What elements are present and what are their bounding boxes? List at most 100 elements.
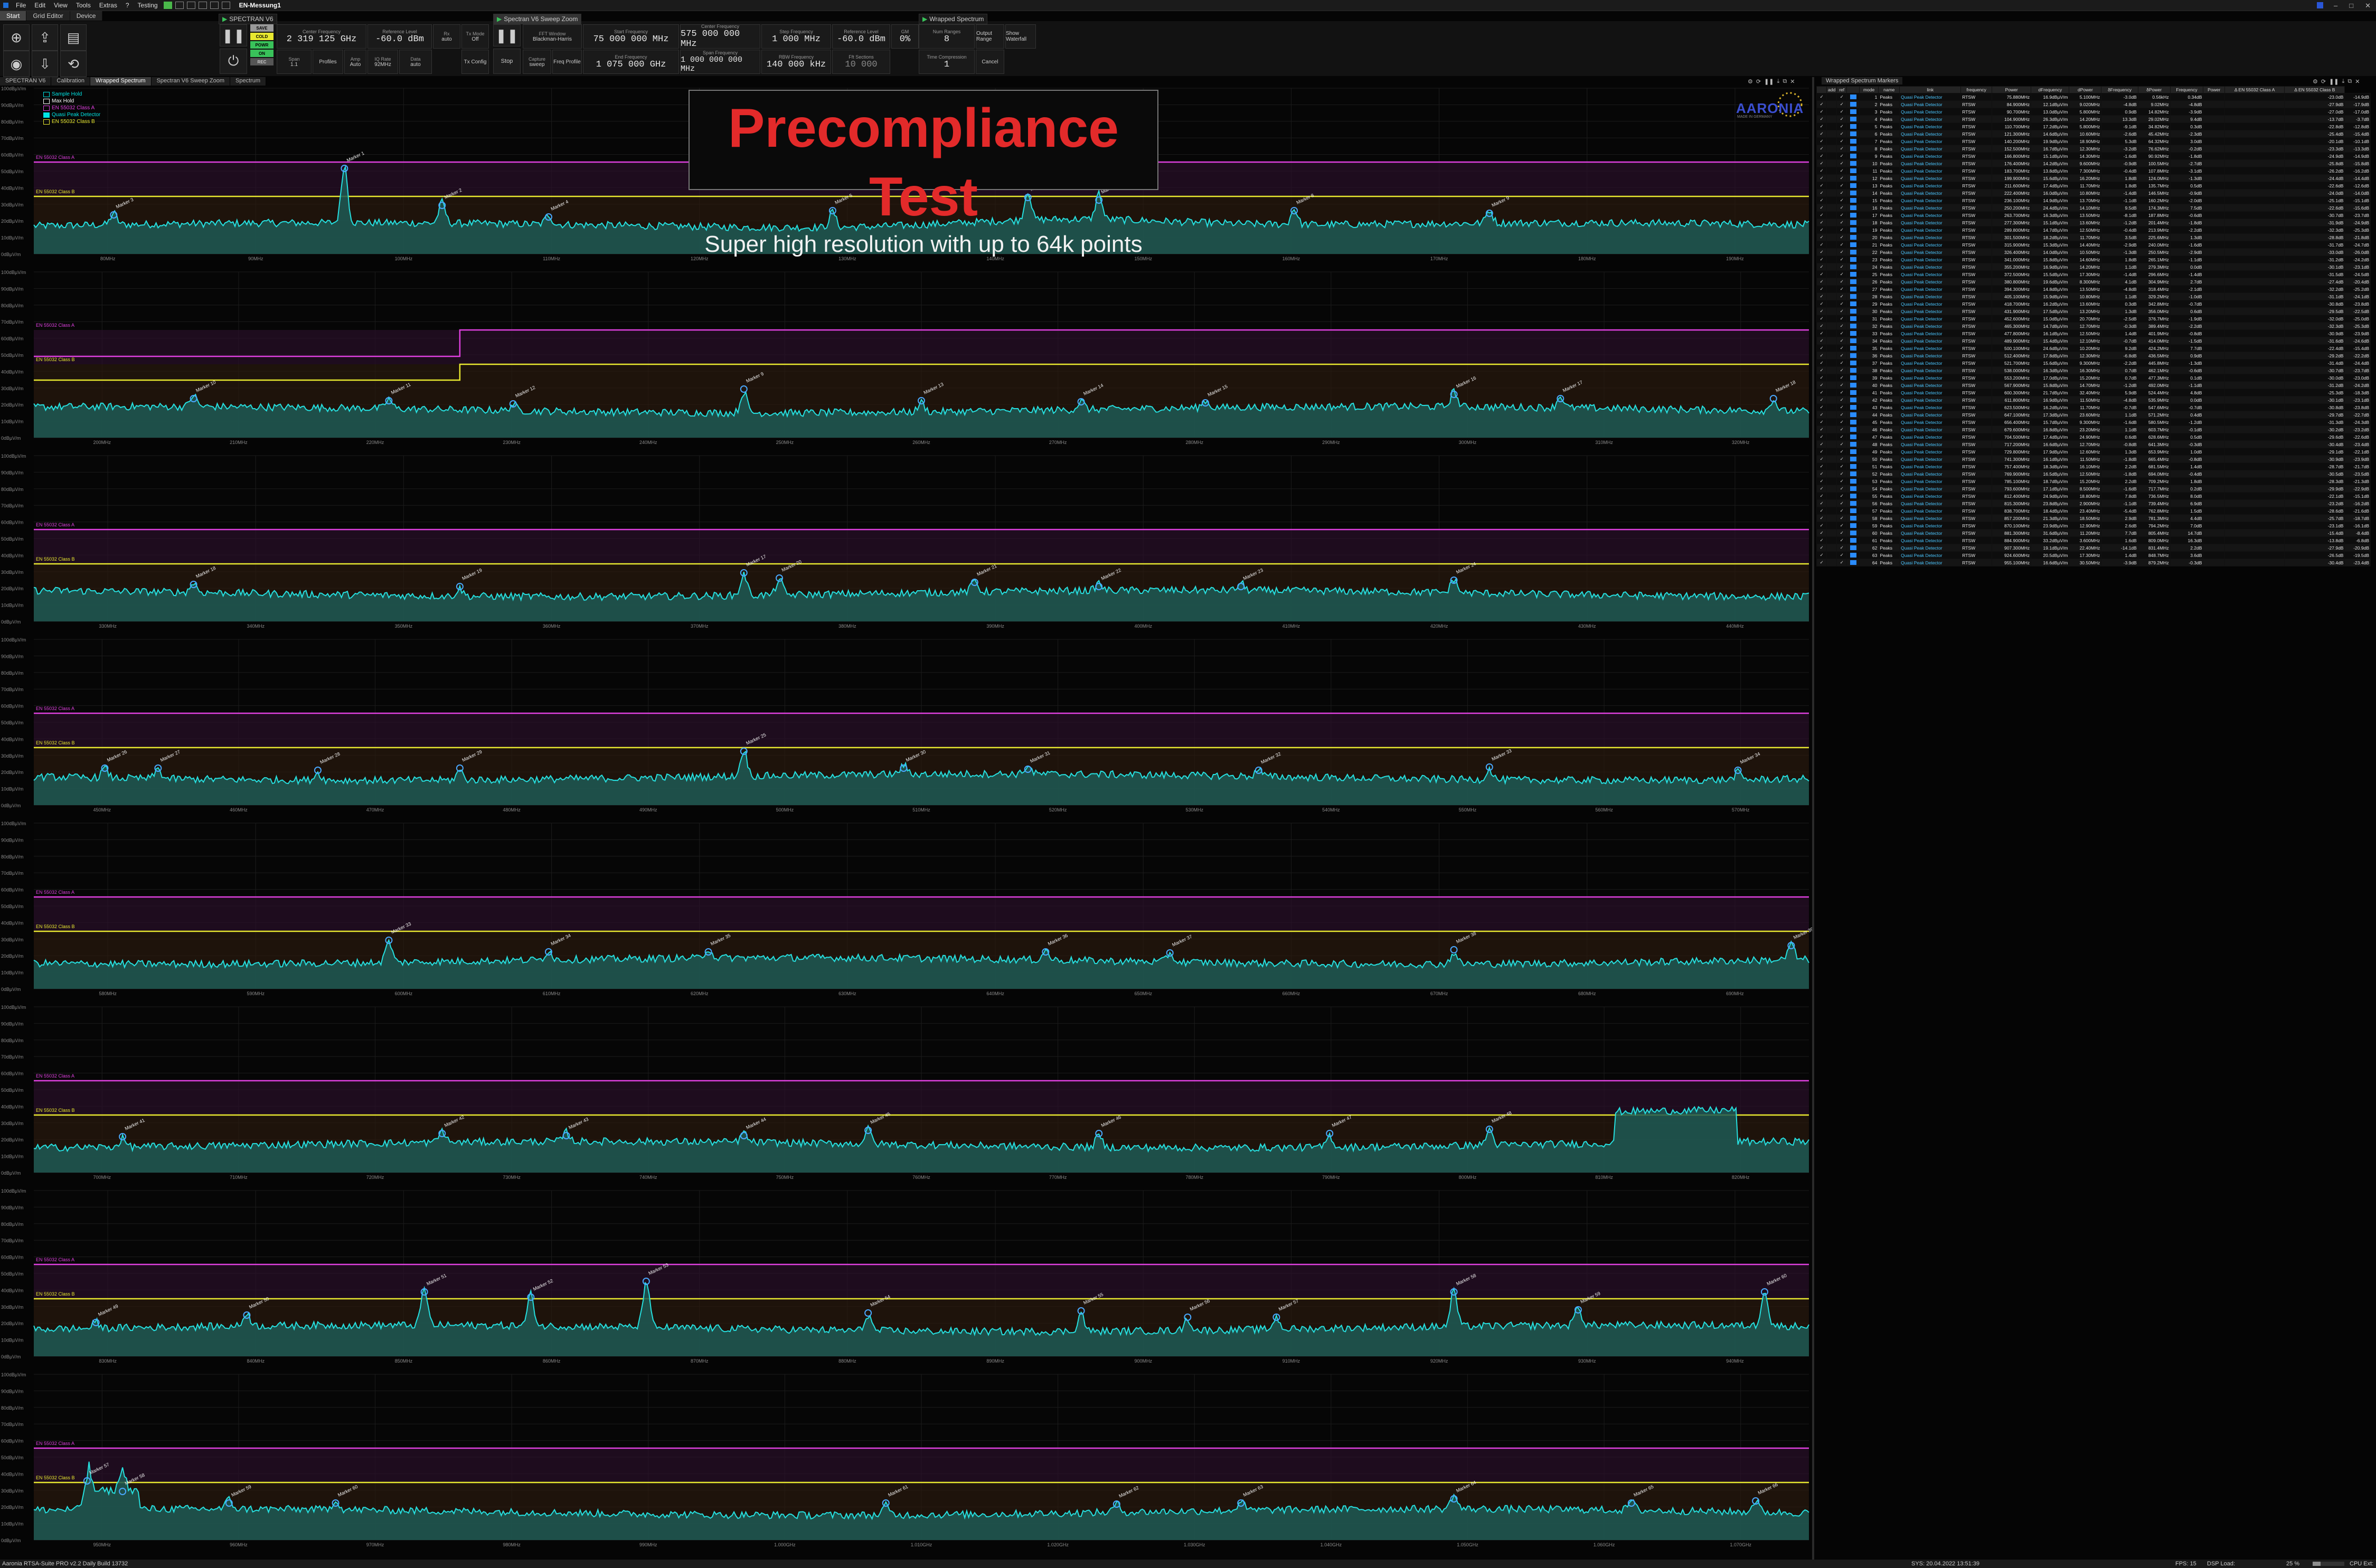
add-checkbox[interactable]	[1826, 137, 1837, 145]
visible-checkbox[interactable]: ✓	[1816, 559, 1827, 566]
marker-color-swatch[interactable]	[1846, 470, 1860, 478]
table-row[interactable]: ✓ ✓ 19 Peaks Quasi Peak Detector RTSW 289.800M…	[1816, 226, 2371, 234]
add-checkbox[interactable]	[1826, 403, 1837, 411]
marker-undock-icon[interactable]: ⧉	[2347, 78, 2352, 85]
num-ranges-control[interactable]: Num Ranges 8	[919, 24, 975, 49]
fft-size-control[interactable]: Fft Sections 10 000	[832, 50, 890, 74]
add-checkbox[interactable]	[1826, 462, 1837, 470]
ref-checkbox[interactable]: ✓	[1836, 233, 1847, 241]
table-row[interactable]: ✓ ✓ 28 Peaks Quasi Peak Detector RTSW 405.100M…	[1816, 292, 2371, 300]
marker-color-swatch[interactable]	[1846, 485, 1860, 493]
visible-checkbox[interactable]: ✓	[1816, 263, 1827, 271]
ref-checkbox[interactable]: ✓	[1836, 470, 1847, 478]
table-row[interactable]: ✓ ✓ 41 Peaks Quasi Peak Detector RTSW 600.300M…	[1816, 389, 2371, 396]
ref-checkbox[interactable]: ✓	[1836, 219, 1847, 226]
visible-checkbox[interactable]: ✓	[1816, 300, 1827, 308]
visible-checkbox[interactable]: ✓	[1816, 418, 1827, 426]
visible-checkbox[interactable]: ✓	[1816, 204, 1827, 212]
ref-checkbox[interactable]: ✓	[1836, 559, 1847, 566]
table-row[interactable]: ✓ ✓ 35 Peaks Quasi Peak Detector RTSW 500.100M…	[1816, 344, 2371, 352]
capture-control[interactable]: Capture sweep	[523, 50, 551, 74]
tab-sweep-zoom[interactable]: Spectran V6 Sweep Zoom	[151, 77, 230, 86]
ref-checkbox[interactable]: ✓	[1836, 204, 1847, 212]
table-row[interactable]: ✓ ✓ 36 Peaks Quasi Peak Detector RTSW 512.400M…	[1816, 352, 2371, 360]
add-checkbox[interactable]	[1826, 241, 1837, 249]
tab-start[interactable]: Start	[0, 11, 27, 21]
green-toolbar-icon[interactable]	[163, 2, 172, 9]
marker-color-swatch[interactable]	[1846, 182, 1860, 190]
visible-checkbox[interactable]: ✓	[1816, 507, 1827, 515]
panel-close-icon[interactable]: ✕	[1790, 78, 1795, 85]
visible-checkbox[interactable]: ✓	[1816, 455, 1827, 463]
ref-checkbox[interactable]: ✓	[1836, 485, 1847, 493]
marker-color-swatch[interactable]	[1846, 145, 1860, 153]
add-checkbox[interactable]	[1826, 182, 1837, 190]
ref-checkbox[interactable]: ✓	[1836, 433, 1847, 441]
tx-mode-control[interactable]: Tx Mode Off	[461, 24, 489, 49]
tab-spectrum[interactable]: Spectrum	[230, 77, 267, 86]
marker-save-icon[interactable]: ⤓	[2342, 78, 2345, 85]
ref-checkbox[interactable]: ✓	[1836, 285, 1847, 293]
marker-color-swatch[interactable]	[1846, 285, 1860, 293]
visible-checkbox[interactable]: ✓	[1816, 93, 1827, 101]
stop-button[interactable]: Stop	[493, 49, 521, 74]
tab-grid-editor[interactable]: Grid Editor	[26, 11, 70, 21]
save-icon[interactable]: ⤓	[1777, 78, 1780, 85]
table-row[interactable]: ✓ ✓ 45 Peaks Quasi Peak Detector RTSW 656.400M…	[1816, 418, 2371, 426]
visible-checkbox[interactable]: ✓	[1816, 536, 1827, 544]
visible-checkbox[interactable]: ✓	[1816, 440, 1827, 448]
ref-checkbox[interactable]: ✓	[1836, 292, 1847, 300]
marker-color-swatch[interactable]	[1846, 396, 1860, 404]
marker-color-swatch[interactable]	[1846, 115, 1860, 123]
marker-color-swatch[interactable]	[1846, 352, 1860, 360]
marker-color-swatch[interactable]	[1846, 381, 1860, 389]
spectrum-panel[interactable]: 450MHz 460MHz 470MHz 480MHz 490MHz 500MHz 510M…	[0, 637, 1812, 820]
menu-edit[interactable]: Edit	[30, 2, 50, 9]
ref-checkbox[interactable]: ✓	[1836, 137, 1847, 145]
close-icon[interactable]: ✕	[2365, 2, 2371, 10]
table-row[interactable]: ✓ ✓ 24 Peaks Quasi Peak Detector RTSW 355.200M…	[1816, 263, 2371, 271]
reference-level-control[interactable]: Reference Level -60.0 dBm	[367, 24, 432, 49]
add-checkbox[interactable]	[1826, 529, 1837, 537]
ref-checkbox[interactable]: ✓	[1836, 152, 1847, 160]
add-checkbox[interactable]	[1826, 411, 1837, 419]
tab-device[interactable]: Device	[70, 11, 103, 21]
marker-color-swatch[interactable]	[1846, 551, 1860, 559]
ref-checkbox[interactable]: ✓	[1836, 226, 1847, 234]
add-checkbox[interactable]	[1826, 159, 1837, 167]
ref-checkbox[interactable]: ✓	[1836, 337, 1847, 345]
marker-color-swatch[interactable]	[1846, 100, 1860, 108]
add-checkbox[interactable]	[1826, 389, 1837, 396]
table-row[interactable]: ✓ ✓ 37 Peaks Quasi Peak Detector RTSW 521.700M…	[1816, 359, 2371, 367]
table-row[interactable]: ✓ ✓ 48 Peaks Quasi Peak Detector RTSW 717.200M…	[1816, 440, 2371, 448]
marker-color-swatch[interactable]	[1846, 455, 1860, 463]
visible-checkbox[interactable]: ✓	[1816, 145, 1827, 153]
marker-color-swatch[interactable]	[1846, 544, 1860, 552]
marker-color-swatch[interactable]	[1846, 137, 1860, 145]
fft-window-control[interactable]: FFT Window Blackman-Harris	[523, 24, 582, 49]
undo-icon[interactable]	[210, 2, 219, 9]
add-checkbox[interactable]	[1826, 122, 1837, 130]
add-checkbox[interactable]	[1826, 115, 1837, 123]
ref-checkbox[interactable]: ✓	[1836, 108, 1847, 116]
visible-checkbox[interactable]: ✓	[1816, 403, 1827, 411]
ref-checkbox[interactable]: ✓	[1836, 329, 1847, 337]
table-row[interactable]: ✓ ✓ 55 Peaks Quasi Peak Detector RTSW 812.400M…	[1816, 492, 2371, 500]
table-row[interactable]: ✓ ✓ 34 Peaks Quasi Peak Detector RTSW 489.900M…	[1816, 337, 2371, 345]
marker-color-swatch[interactable]	[1846, 263, 1860, 271]
visible-checkbox[interactable]: ✓	[1816, 167, 1827, 175]
menu-extras[interactable]: Extras	[95, 2, 121, 9]
visible-checkbox[interactable]: ✓	[1816, 233, 1827, 241]
marker-table-container[interactable]: add ref mode name link frequency Power dFrequen…	[1816, 86, 2376, 635]
table-row[interactable]: ✓ ✓ 1 Peaks Quasi Peak Detector RTSW 75.880MHz…	[1816, 93, 2371, 101]
column-header[interactable]: Δ EN 55032 Class A	[2224, 86, 2285, 93]
add-checkbox[interactable]	[1826, 219, 1837, 226]
marker-color-swatch[interactable]	[1846, 307, 1860, 315]
center-frequency2-control[interactable]: Center Frequency 575 000 000 MHz	[680, 24, 760, 49]
table-row[interactable]: ✓ ✓ 13 Peaks Quasi Peak Detector RTSW 211.600M…	[1816, 182, 2371, 190]
table-row[interactable]: ✓ ✓ 18 Peaks Quasi Peak Detector RTSW 277.300M…	[1816, 219, 2371, 226]
add-checkbox[interactable]	[1826, 292, 1837, 300]
add-checkbox[interactable]	[1826, 455, 1837, 463]
visible-checkbox[interactable]: ✓	[1816, 477, 1827, 485]
add-checkbox[interactable]	[1826, 167, 1837, 175]
